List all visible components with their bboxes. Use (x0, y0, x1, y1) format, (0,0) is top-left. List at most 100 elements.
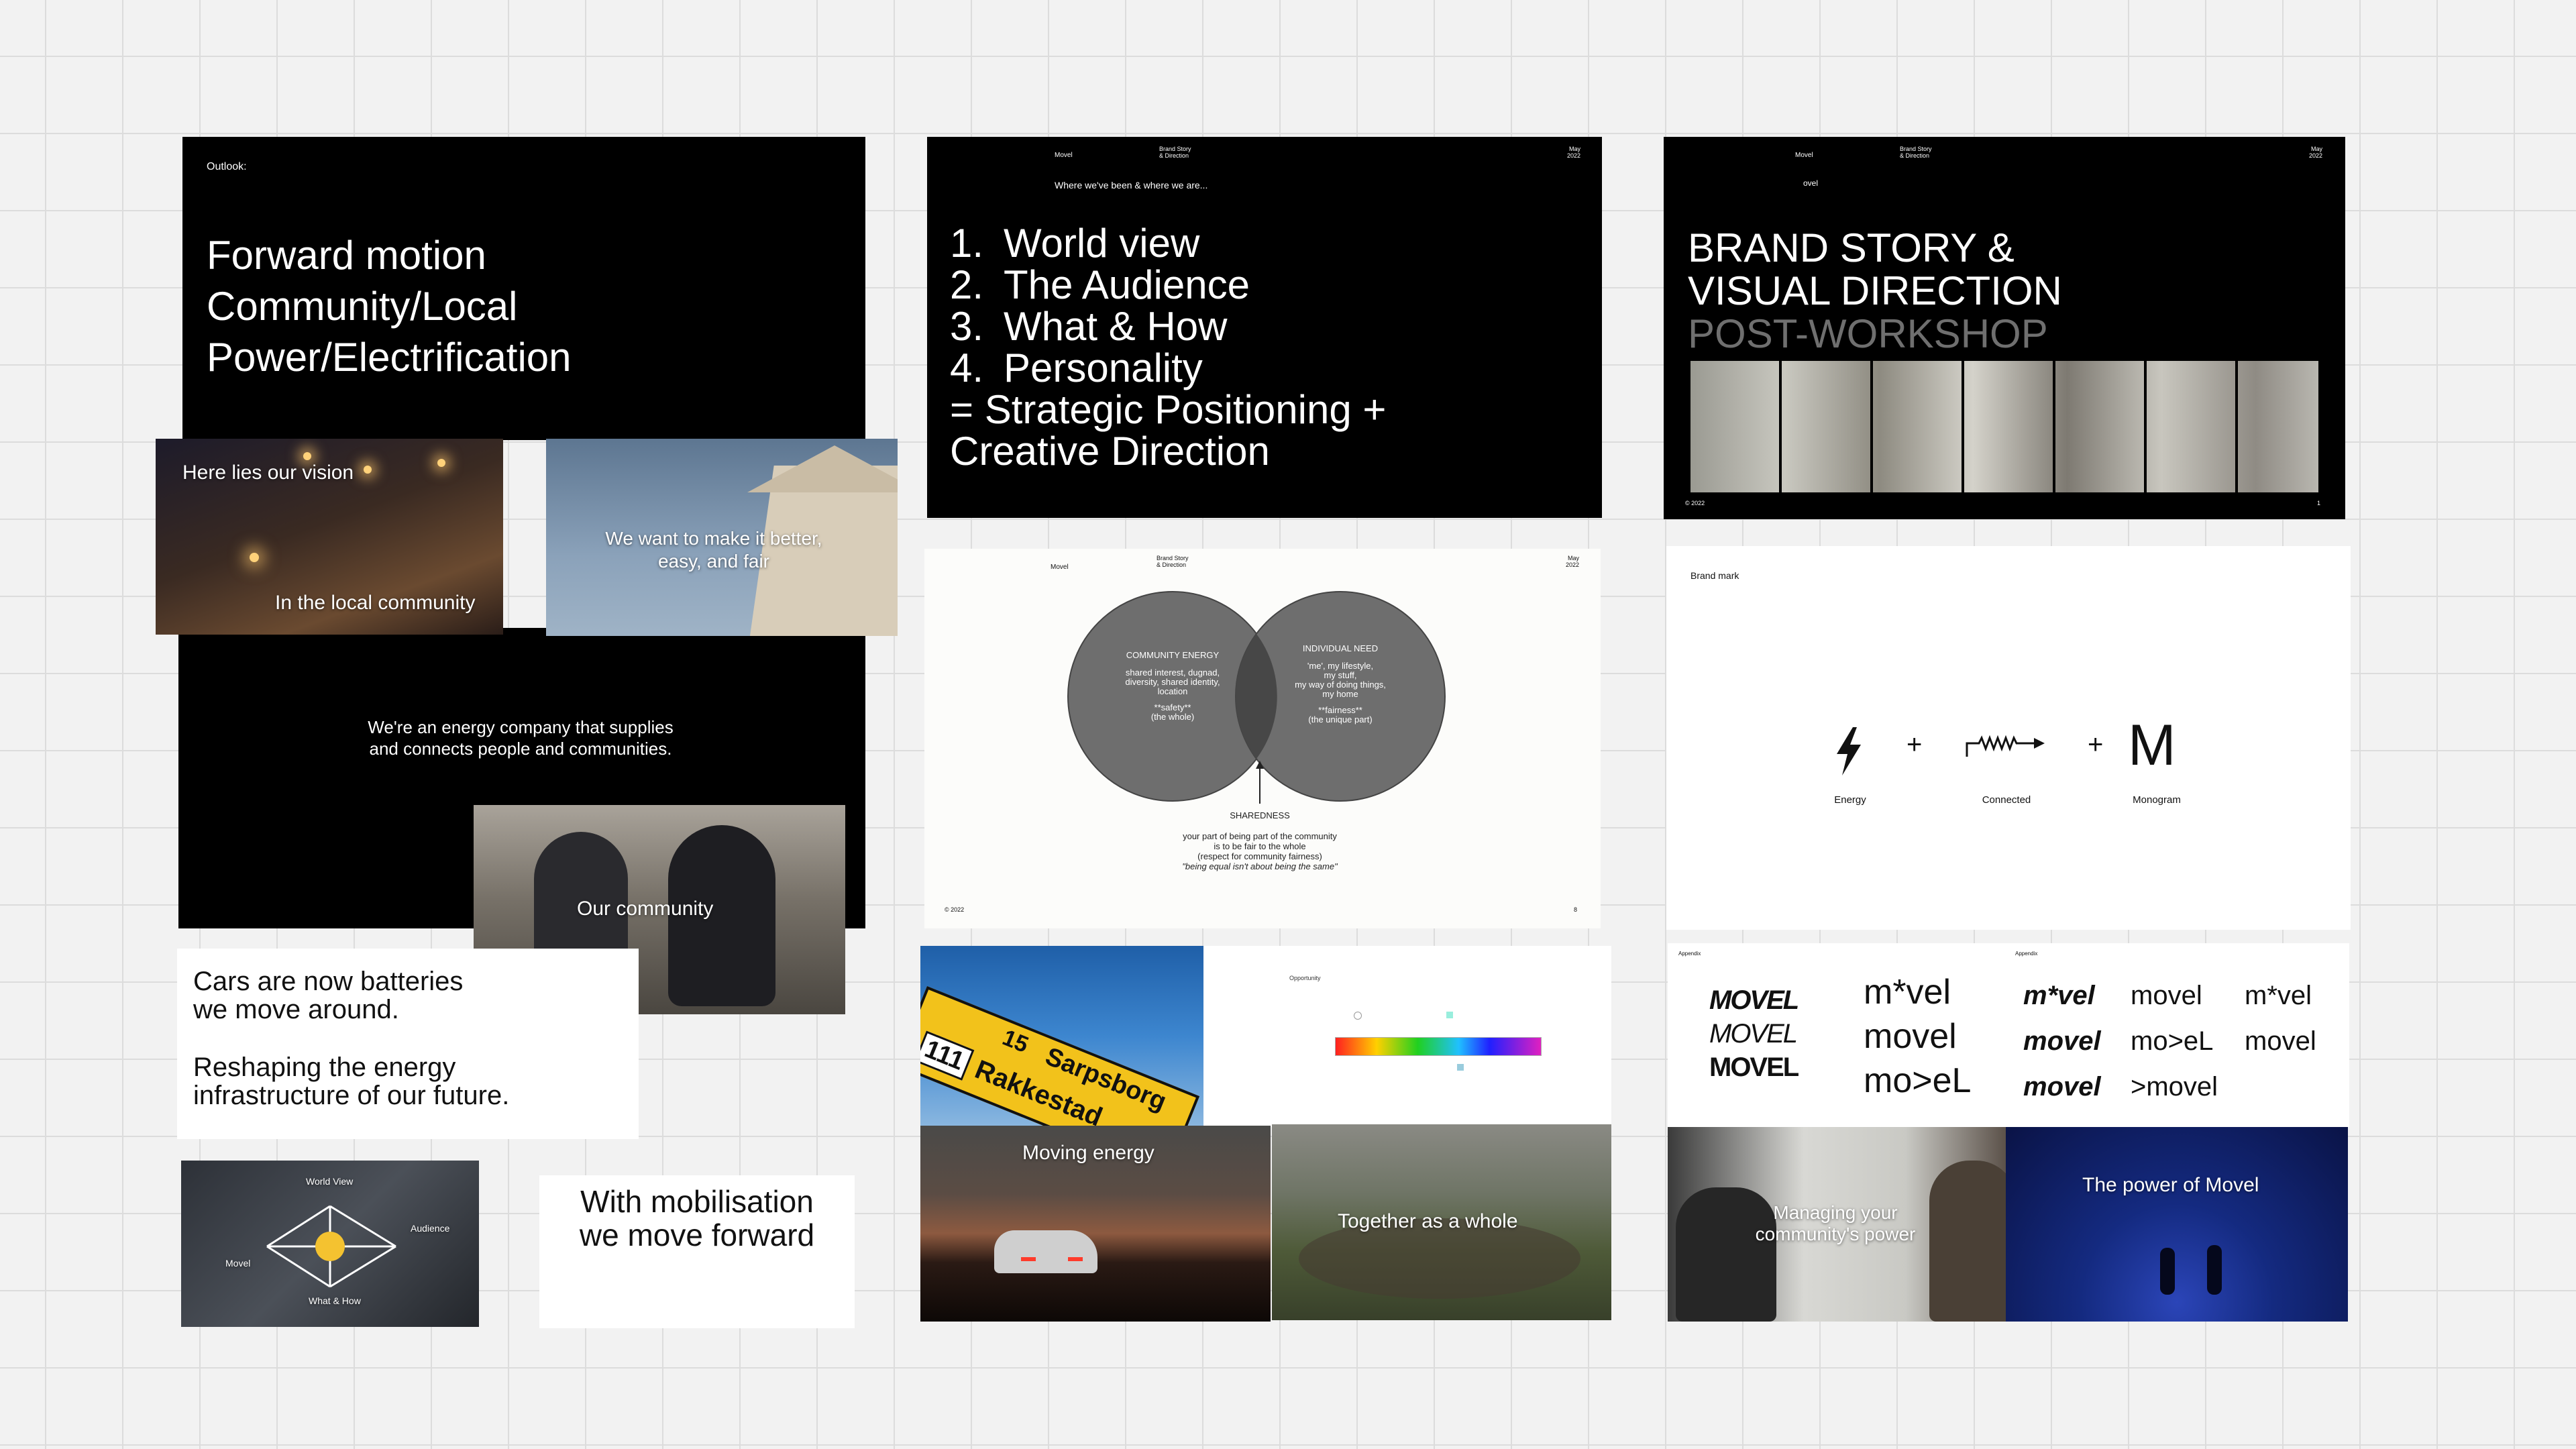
managing-text: Managing your community's power (1735, 1202, 1936, 1245)
sign-board: 15 Sarpsborg 111 Rakkestad 6 (920, 986, 1200, 1127)
logo-variant: m*vel (2023, 981, 2095, 1010)
agenda-item-label: The Audience (1004, 262, 1250, 307)
power-text: The power of Movel (2082, 1174, 2259, 1196)
agenda-item-num: 4. (950, 345, 984, 390)
logo-set-bold: MOVEL MOVEL MOVEL (1709, 983, 1799, 1084)
opportunity-slide[interactable]: Opportunity (1203, 946, 1611, 1127)
energy-company-text: We're an energy company that supplies an… (333, 716, 708, 759)
connected-icon (1966, 735, 2045, 757)
together-photo[interactable]: Together as a whole (1272, 1124, 1611, 1320)
logo-row: m*vel movel m*vel (2023, 973, 2316, 1018)
venn-right-line: 'me', my lifestyle, (1307, 661, 1374, 671)
appendix-slide[interactable]: Appendix Appendix MOVEL MOVEL MOVEL m*ve… (1668, 943, 2349, 1127)
venn-right-line: my home (1322, 689, 1358, 699)
better-text: We want to make it better, easy, and fai… (573, 527, 855, 573)
cars-line: we move around. (193, 995, 399, 1024)
logo-variant: >movel (2131, 1072, 2218, 1102)
agenda-item: 1. World view (950, 223, 1386, 264)
community-text: Our community (577, 898, 714, 920)
brand-mark-caption: Connected (1982, 794, 2031, 806)
logo-set-mid: m*vel movel mo>eL (1864, 970, 1971, 1103)
logo-variant: MOVEL (1709, 1019, 1798, 1049)
spectrum-marker (1354, 1012, 1362, 1020)
brand-story-header-mid: Brand Story & Direction (1900, 146, 1932, 160)
agenda-item-label: Personality (1004, 345, 1203, 390)
better-line-2: easy, and fair (657, 551, 770, 572)
agenda-item-label: World view (1004, 221, 1200, 266)
venn-slide[interactable]: Movel Brand Story & Direction May 2022 C… (924, 549, 1601, 928)
brand-mark-label: Brand mark (1690, 570, 1739, 581)
car-light (1021, 1257, 1036, 1261)
vision-photo[interactable]: Here lies our vision In the local commun… (156, 439, 503, 635)
plus-sign: + (1907, 730, 1923, 759)
venn-right-title: INDIVIDUAL NEED (1302, 643, 1379, 653)
appendix-label: Appendix (1678, 951, 1701, 957)
person-shape (2207, 1245, 2222, 1295)
opportunity-label: Opportunity (1289, 975, 1321, 981)
together-text: Together as a whole (1338, 1210, 1518, 1232)
energy-line-1: We're an energy company that supplies (368, 717, 674, 737)
brand-story-logo: ovel (1803, 178, 1819, 188)
house-roof (747, 445, 898, 492)
venn-left-line: **safety** (1154, 702, 1191, 712)
brand-mark-caption: Monogram (2133, 794, 2181, 806)
venn-shared-line: "being equal isn't about being the same" (1182, 861, 1338, 871)
moving-energy-photo[interactable]: Moving energy (920, 1126, 1271, 1322)
venn-footer: © 2022 (945, 906, 965, 913)
agenda-item: 2. The Audience (950, 264, 1386, 306)
venn-right-line: **fairness** (1318, 705, 1362, 715)
venn-shared-line: is to be fair to the whole (1214, 841, 1306, 851)
brand-mark-slide[interactable]: Brand mark + + M Energy Connected Monogr… (1666, 546, 2351, 930)
logo-variant: movel (1864, 1017, 1957, 1056)
venn-diagram (1067, 591, 1446, 804)
lights-decoration (437, 459, 445, 467)
agenda-item-num: 1. (950, 221, 984, 266)
brand-story-footer: © 2022 (1685, 500, 1705, 506)
logo-variant: m*vel (2245, 981, 2312, 1010)
logo-variant: movel (2023, 1026, 2101, 1056)
agenda-slide[interactable]: Movel Brand Story & Direction May 2022 W… (927, 137, 1602, 518)
moving-energy-text: Moving energy (1022, 1142, 1155, 1164)
venn-right-line: my stuff, (1324, 670, 1357, 680)
lights-decoration (250, 553, 259, 562)
worldview-photo[interactable]: World View Audience Movel What & How (181, 1161, 479, 1327)
agenda-line: = Strategic Positioning + (950, 387, 1387, 432)
managing-photo[interactable]: Managing your community's power (1668, 1127, 2007, 1322)
car-light (1068, 1257, 1083, 1261)
logo-variant: MOVEL (1709, 985, 1799, 1015)
car-shape (994, 1230, 1097, 1273)
workshop-photo-dividers (1690, 361, 2318, 492)
sign-n15: 15 (999, 1024, 1032, 1059)
outlook-line: Community/Local (207, 284, 518, 329)
brand-story-slide[interactable]: Movel Brand Story & Direction May 2022 o… (1664, 137, 2345, 519)
logo-variant: MOVEL (1709, 1053, 1799, 1082)
venn-shared-line: (respect for community fairness) (1197, 851, 1322, 861)
worldview-title: World View (306, 1176, 354, 1187)
power-photo[interactable]: The power of Movel (2006, 1127, 2348, 1322)
venn-page: 8 (1574, 906, 1578, 913)
road-sign-photo[interactable]: 15 Sarpsborg 111 Rakkestad 6 (920, 946, 1203, 1127)
monogram-icon: M (2128, 713, 2176, 777)
agenda-list: 1. World view 2. The Audience 3. What & How… (950, 223, 1386, 472)
spectrum-bar (1335, 1037, 1542, 1056)
cars-slide[interactable]: Cars are now batteries we move around. R… (177, 949, 639, 1139)
house-photo[interactable]: We want to make it better, easy, and fai… (546, 439, 898, 636)
person-shape (2160, 1248, 2175, 1295)
venn-shared-title: SHAREDNESS (1230, 810, 1290, 820)
venn-sharedness: SHAREDNESS your part of being part of th… (1112, 810, 1407, 871)
outlook-slide[interactable]: Outlook: Forward motion Community/Local … (182, 137, 865, 440)
spectrum-marker (1446, 1012, 1453, 1018)
logo-set-right: m*vel movel m*vel movel mo>eL movel movel >mo… (2023, 973, 2316, 1110)
venn-left-line: location (1157, 686, 1188, 696)
person-shape (1929, 1161, 2007, 1322)
logo-variant: movel (2023, 1072, 2101, 1102)
logo-variant: movel (2131, 981, 2202, 1010)
appendix-label: Appendix (2015, 951, 2038, 957)
venn-left-text: COMMUNITY ENERGY shared interest, dugnad… (1092, 651, 1253, 722)
worldview-bottom: What & How (309, 1295, 361, 1306)
mobilisation-slide[interactable]: With mobilisation we move forward (539, 1175, 855, 1328)
managing-line: Managing your (1773, 1202, 1898, 1223)
cars-text: Cars are now batteries we move around. R… (193, 967, 509, 1110)
brand-story-line: BRAND STORY & (1688, 225, 2015, 270)
lights-decoration (303, 452, 311, 460)
